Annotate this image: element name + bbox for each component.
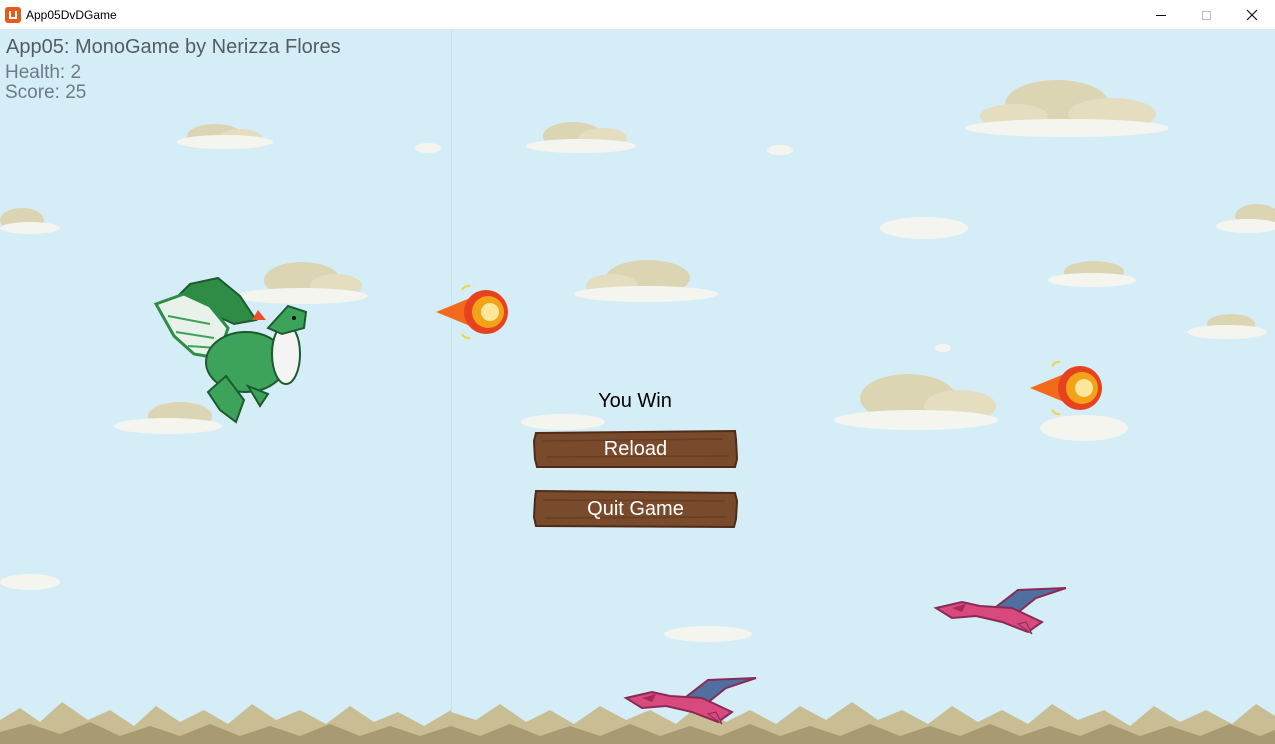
window-titlebar: App05DvDGame bbox=[0, 0, 1275, 30]
quit-game-button[interactable]: Quit Game bbox=[533, 489, 738, 529]
maximize-button[interactable] bbox=[1183, 0, 1229, 30]
score-readout: Score: 25 bbox=[5, 82, 87, 103]
fireball-sprite bbox=[436, 284, 508, 340]
maximize-icon bbox=[1201, 10, 1211, 20]
player-dragon-sprite bbox=[153, 276, 308, 424]
monogame-app-icon bbox=[5, 7, 21, 23]
reload-button[interactable]: Reload bbox=[533, 429, 738, 469]
cloud bbox=[834, 374, 998, 430]
enemy-dragon-sprite bbox=[933, 587, 1067, 635]
you-win-message: You Win bbox=[598, 390, 672, 412]
fireball-sprite bbox=[1030, 360, 1102, 416]
cloud bbox=[526, 122, 636, 153]
cloud bbox=[0, 574, 60, 590]
close-icon bbox=[1246, 9, 1258, 21]
cloud bbox=[664, 626, 752, 642]
health-readout: Health: 2 bbox=[5, 62, 82, 83]
background-seam bbox=[451, 30, 452, 744]
reload-button-label: Reload bbox=[603, 438, 668, 460]
minimize-button[interactable] bbox=[1138, 0, 1184, 30]
cloud bbox=[1187, 314, 1267, 339]
cloud bbox=[574, 260, 718, 302]
cloud bbox=[880, 217, 968, 239]
cloud bbox=[935, 344, 951, 352]
enemy-dragon-sprite bbox=[623, 677, 757, 725]
cloud bbox=[965, 80, 1169, 137]
cloud bbox=[1216, 204, 1275, 233]
hud-title: App05: MonoGame by Nerizza Flores bbox=[6, 36, 341, 58]
cloud bbox=[0, 208, 60, 234]
close-button[interactable] bbox=[1229, 0, 1275, 30]
cloud bbox=[1048, 261, 1136, 287]
game-canvas[interactable]: App05: MonoGame by Nerizza Flores Health… bbox=[0, 30, 1275, 744]
cloud bbox=[177, 124, 273, 149]
window-title: App05DvDGame bbox=[26, 8, 117, 22]
quit-game-button-label: Quit Game bbox=[587, 498, 684, 520]
minimize-icon bbox=[1156, 14, 1166, 16]
cloud bbox=[767, 145, 793, 155]
cloud bbox=[415, 143, 441, 153]
